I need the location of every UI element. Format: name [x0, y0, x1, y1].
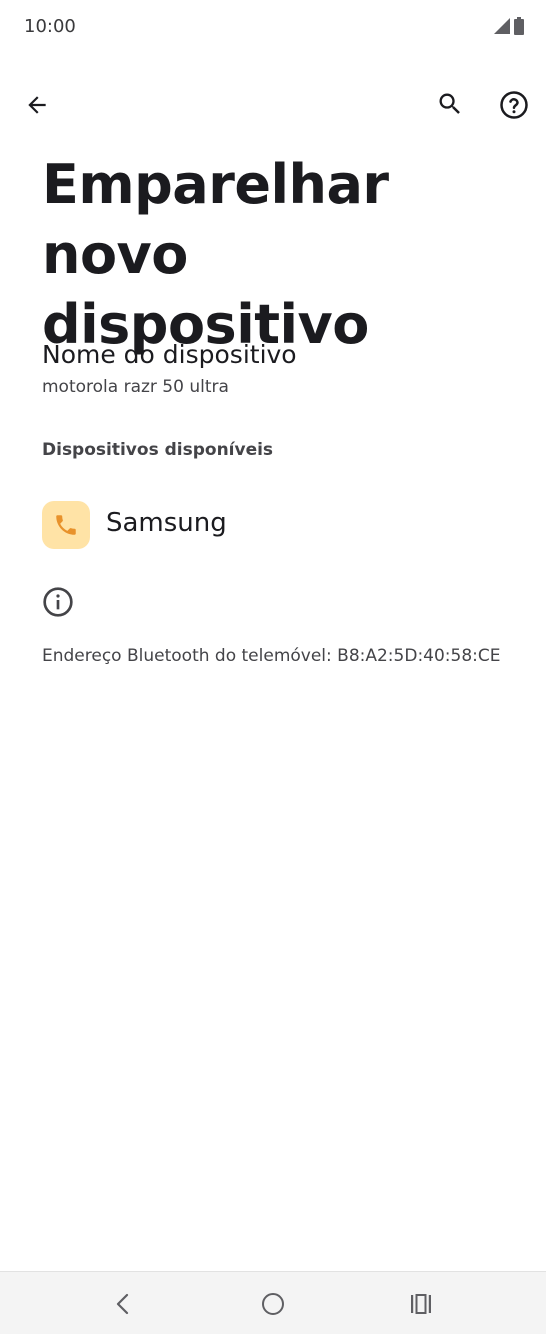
back-button[interactable] [13, 81, 61, 129]
system-navigation-bar [0, 1271, 546, 1334]
bluetooth-address-text: Endereço Bluetooth do telemóvel: B8:A2:5… [42, 646, 501, 666]
battery-icon [514, 17, 524, 35]
search-icon [439, 93, 460, 114]
device-item-samsung[interactable]: Samsung [0, 494, 546, 558]
device-icon-container [42, 501, 90, 549]
help-circle-icon [500, 91, 528, 119]
phone-icon [56, 515, 76, 535]
nav-recents-button[interactable] [399, 1282, 443, 1326]
arrow-back-icon [28, 96, 46, 114]
device-name-setting[interactable]: Nome do dispositivo motorola razr 50 ult… [42, 336, 522, 399]
nav-recents-icon [411, 1294, 431, 1314]
available-devices-header: Dispositivos disponíveis [42, 440, 274, 460]
device-name-title: Nome do dispositivo [42, 340, 297, 369]
device-item-label: Samsung [106, 508, 227, 538]
status-time: 10:00 [24, 16, 76, 37]
help-button[interactable] [490, 81, 538, 129]
device-name-value: motorola razr 50 ultra [42, 377, 229, 397]
status-icons [494, 17, 524, 35]
status-bar: 10:00 [0, 0, 546, 56]
nav-home-button[interactable] [251, 1282, 295, 1326]
signal-icon [494, 18, 510, 34]
nav-back-button[interactable] [101, 1282, 145, 1326]
top-app-bar [0, 78, 546, 134]
nav-home-icon [262, 1293, 284, 1315]
search-button[interactable] [426, 80, 474, 128]
info-icon [43, 587, 73, 617]
page-title: Emparelhar novo dispositivo [42, 153, 389, 356]
nav-back-icon [116, 1293, 129, 1315]
